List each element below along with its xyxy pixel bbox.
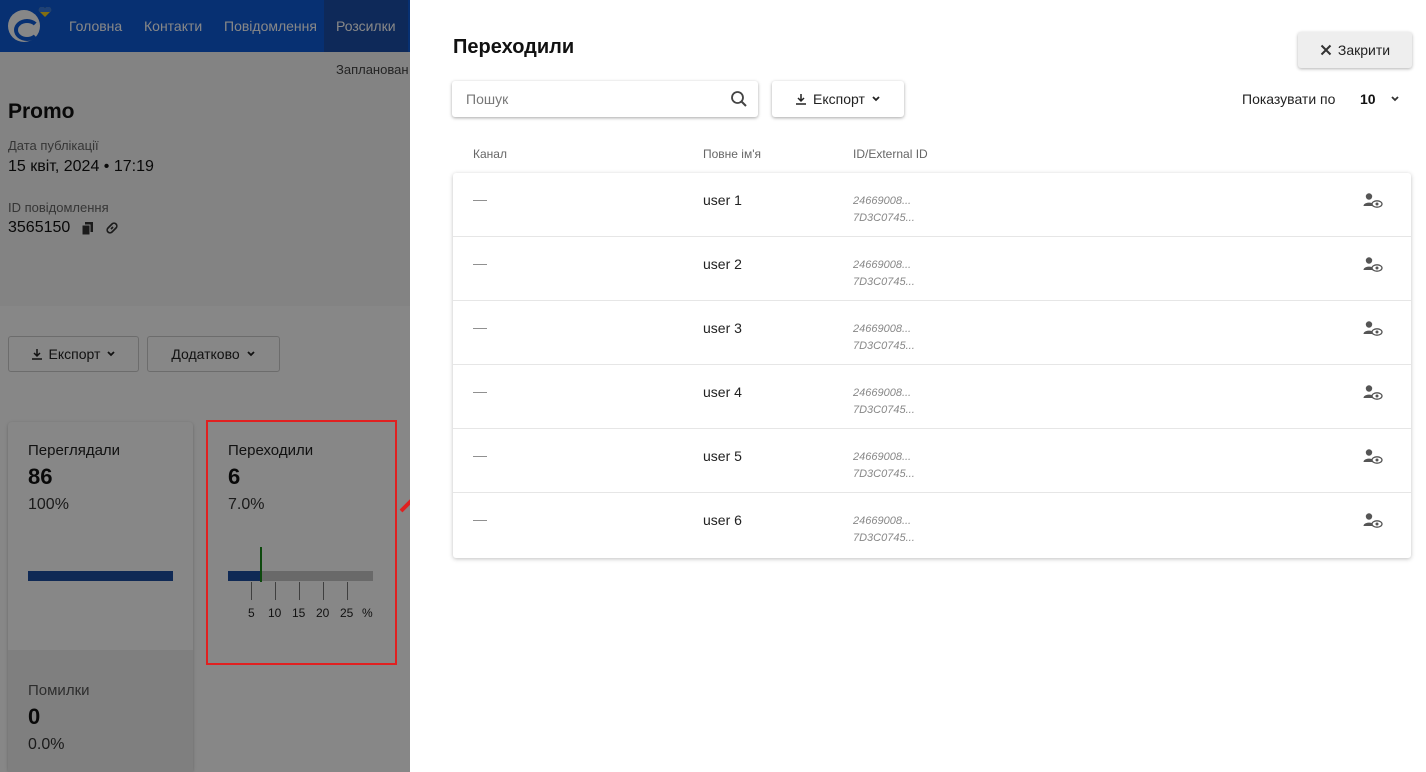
panel-title: Переходили xyxy=(453,36,575,58)
internal-id: 24669008... xyxy=(853,387,912,399)
id-cell: 24669008... 7D3C0745... xyxy=(853,193,915,227)
full-name-cell: user 1 xyxy=(703,192,742,208)
view-contact-icon[interactable] xyxy=(1363,384,1383,402)
id-cell: 24669008... 7D3C0745... xyxy=(853,321,915,355)
download-icon xyxy=(796,94,807,105)
table-row[interactable]: — user 6 24669008... 7D3C0745... xyxy=(453,493,1411,557)
close-button[interactable]: Закрити xyxy=(1298,32,1412,68)
table-row[interactable]: — user 1 24669008... 7D3C0745... xyxy=(453,173,1411,237)
external-id: 7D3C0745... xyxy=(853,276,915,288)
chevron-down-icon xyxy=(872,96,880,102)
id-cell: 24669008... 7D3C0745... xyxy=(853,513,915,547)
external-id: 7D3C0745... xyxy=(853,212,915,224)
internal-id: 24669008... xyxy=(853,259,912,271)
full-name-cell: user 4 xyxy=(703,384,742,400)
full-name-cell: user 6 xyxy=(703,512,742,528)
channel-cell: — xyxy=(473,511,487,527)
full-name-cell: user 5 xyxy=(703,448,742,464)
internal-id: 24669008... xyxy=(853,515,912,527)
column-header-full-name: Повне ім'я xyxy=(703,147,762,161)
view-contact-icon[interactable] xyxy=(1363,192,1383,210)
users-table: — user 1 24669008... 7D3C0745... — user … xyxy=(453,173,1411,558)
table-row[interactable]: — user 2 24669008... 7D3C0745... xyxy=(453,237,1411,301)
external-id: 7D3C0745... xyxy=(853,404,915,416)
internal-id: 24669008... xyxy=(853,451,912,463)
table-row[interactable]: — user 5 24669008... 7D3C0745... xyxy=(453,429,1411,493)
search-box xyxy=(452,81,758,117)
export-button[interactable]: Експорт xyxy=(772,81,904,117)
per-page-label: Показувати по xyxy=(1242,91,1336,107)
internal-id: 24669008... xyxy=(853,323,912,335)
external-id: 7D3C0745... xyxy=(853,532,915,544)
id-cell: 24669008... 7D3C0745... xyxy=(853,449,915,483)
view-contact-icon[interactable] xyxy=(1363,320,1383,338)
channel-cell: — xyxy=(473,255,487,271)
per-page-select[interactable]: 10 xyxy=(1360,88,1408,110)
per-page-value: 10 xyxy=(1360,91,1376,107)
view-contact-icon[interactable] xyxy=(1363,448,1383,466)
clicked-users-panel: Переходили Закрити Експорт Показувати по… xyxy=(410,0,1426,772)
search-input[interactable] xyxy=(452,81,722,117)
internal-id: 24669008... xyxy=(853,195,912,207)
column-header-id: ID/External ID xyxy=(853,147,928,161)
export-button-label: Експорт xyxy=(813,91,865,107)
full-name-cell: user 2 xyxy=(703,256,742,272)
search-icon[interactable] xyxy=(730,90,748,108)
external-id: 7D3C0745... xyxy=(853,340,915,352)
view-contact-icon[interactable] xyxy=(1363,512,1383,530)
id-cell: 24669008... 7D3C0745... xyxy=(853,257,915,291)
annotation-highlight-box xyxy=(206,420,397,665)
channel-cell: — xyxy=(473,191,487,207)
view-contact-icon[interactable] xyxy=(1363,256,1383,274)
close-icon xyxy=(1320,44,1332,56)
close-button-label: Закрити xyxy=(1337,42,1391,58)
column-header-channel: Канал xyxy=(473,147,507,161)
table-row[interactable]: — user 4 24669008... 7D3C0745... xyxy=(453,365,1411,429)
chevron-down-icon xyxy=(1390,96,1399,102)
channel-cell: — xyxy=(473,319,487,335)
external-id: 7D3C0745... xyxy=(853,468,915,480)
channel-cell: — xyxy=(473,383,487,399)
table-row[interactable]: — user 3 24669008... 7D3C0745... xyxy=(453,301,1411,365)
full-name-cell: user 3 xyxy=(703,320,742,336)
id-cell: 24669008... 7D3C0745... xyxy=(853,385,915,419)
channel-cell: — xyxy=(473,447,487,463)
